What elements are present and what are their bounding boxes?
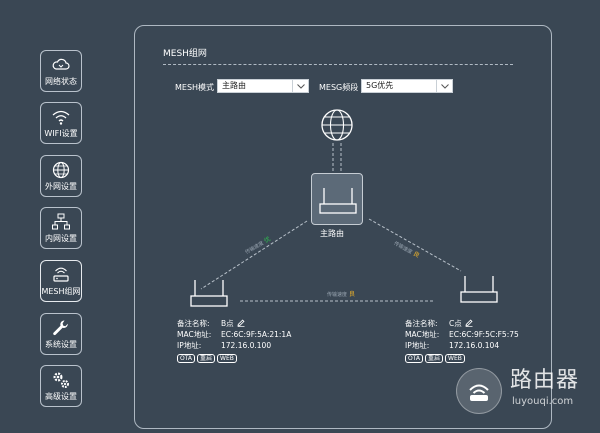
ota-button[interactable]: OTA	[405, 354, 424, 363]
sidebar-item-label: 系统设置	[45, 340, 77, 349]
lan-icon	[52, 213, 70, 230]
mac-value: EC:6C:9F:5C:F5:75	[449, 330, 519, 339]
main-router-card[interactable]	[311, 173, 363, 225]
mac-label: MAC地址:	[177, 330, 212, 339]
sidebar-item-wifi-settings[interactable]: WIFI设置	[40, 102, 82, 144]
internet-globe-icon	[321, 109, 353, 141]
wrench-icon	[53, 320, 68, 336]
node-name: C点	[449, 319, 462, 328]
web-button[interactable]: WEB	[445, 354, 465, 363]
gears-icon	[53, 372, 69, 388]
link-speed-text: 传输速度	[327, 292, 348, 298]
sidebar-item-label: MESH组网	[41, 287, 81, 296]
main-router-label: 主路由	[320, 229, 344, 238]
sidebar-item-network-status[interactable]: 网络状态	[40, 50, 82, 92]
sidebar-item-label: WIFI设置	[44, 129, 78, 138]
node-name-label: 备注名称:	[405, 319, 438, 328]
web-button[interactable]: WEB	[217, 354, 237, 363]
mac-label: MAC地址:	[405, 330, 440, 339]
router-wifi-icon	[469, 384, 489, 401]
node-b-info: 备注名称: B点 MAC地址: EC:6C:9F:5A:21:1A IP地址: 172…	[177, 318, 291, 363]
restart-button[interactable]: 重启	[197, 354, 216, 363]
wifi-icon	[52, 110, 70, 125]
node-c-info: 备注名称: C点 MAC地址: EC:6C:9F:5C:F5:75 IP地址: 172…	[405, 318, 519, 363]
link-quality-bottom: 传输速度良	[327, 289, 355, 298]
sidebar-item-label: 高级设置	[45, 392, 77, 401]
mac-value: EC:6C:9F:5A:21:1A	[221, 330, 292, 339]
sidebar: 网络状态 WIFI设置 外网设置 内网设置 MESH组网 系统设置 高级设置	[0, 0, 120, 433]
watermark-logo	[456, 368, 502, 414]
edit-pencil-icon[interactable]	[237, 319, 245, 327]
mesh-router-icon	[53, 267, 69, 282]
sidebar-item-wan-settings[interactable]: 外网设置	[40, 155, 82, 197]
main-router-icon	[319, 188, 357, 214]
watermark-title: 路由器	[510, 368, 580, 393]
ip-value: 172.16.0.100	[221, 341, 272, 350]
sidebar-item-label: 内网设置	[45, 234, 77, 243]
node-name-label: 备注名称:	[177, 319, 210, 328]
sidebar-item-mesh[interactable]: MESH组网	[40, 260, 82, 302]
restart-button[interactable]: 重启	[425, 354, 444, 363]
edit-pencil-icon[interactable]	[465, 319, 473, 327]
cloud-icon	[52, 58, 70, 70]
globe-icon	[52, 161, 70, 179]
watermark: 路由器 luyouqi.com	[456, 366, 596, 416]
sidebar-item-advanced-settings[interactable]: 高级设置	[40, 365, 82, 407]
link-grade-fair: 良	[349, 291, 356, 298]
sidebar-item-lan-settings[interactable]: 内网设置	[40, 207, 82, 249]
node-c-router-icon	[460, 276, 498, 303]
ota-button[interactable]: OTA	[177, 354, 196, 363]
watermark-subtitle: luyouqi.com	[512, 396, 574, 407]
ip-label: IP地址:	[177, 341, 202, 350]
link-line-main-c	[368, 218, 462, 272]
sidebar-item-system-settings[interactable]: 系统设置	[40, 313, 82, 355]
sidebar-item-label: 网络状态	[45, 77, 77, 86]
ip-label: IP地址:	[405, 341, 430, 350]
node-name: B点	[221, 319, 234, 328]
sidebar-item-label: 外网设置	[45, 182, 77, 191]
link-line-main-b	[200, 220, 308, 290]
ip-value: 172.16.0.104	[449, 341, 500, 350]
